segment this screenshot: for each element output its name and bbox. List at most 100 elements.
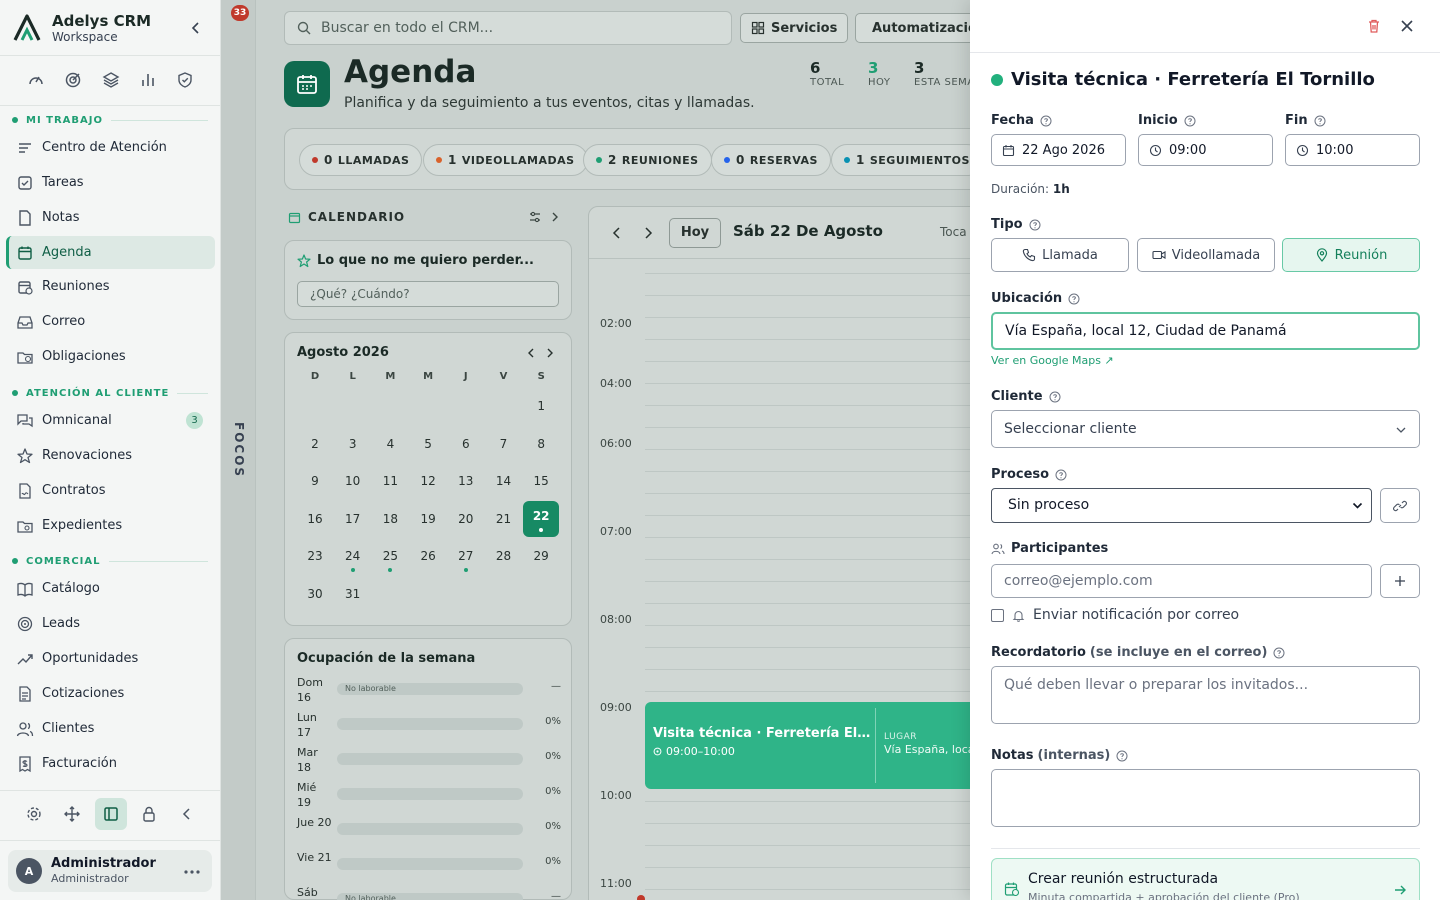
- lock-button[interactable]: [133, 798, 165, 830]
- calendar-day[interactable]: 7: [486, 426, 522, 462]
- today-button[interactable]: Hoy: [669, 218, 721, 248]
- chip-reuniones[interactable]: 2 REUNIONES: [583, 144, 712, 176]
- calendar-day[interactable]: 12: [410, 463, 446, 499]
- help-icon[interactable]: [1273, 647, 1285, 659]
- help-icon[interactable]: [1029, 219, 1041, 231]
- calendar-day[interactable]: 20: [448, 501, 484, 537]
- move-button[interactable]: [56, 798, 88, 830]
- panel-layout-button[interactable]: [94, 798, 127, 830]
- help-icon[interactable]: [1314, 115, 1326, 127]
- reports-button[interactable]: [130, 62, 166, 98]
- servicios-button[interactable]: Servicios: [740, 13, 849, 43]
- calendar-day[interactable]: 15: [523, 463, 559, 499]
- chip-seguimientos[interactable]: 1 SEGUIMIENTOS: [831, 144, 970, 176]
- help-icon[interactable]: [1040, 115, 1052, 127]
- calendar-day[interactable]: 13: [448, 463, 484, 499]
- sidebar-item-centro-atencion[interactable]: Centro de Atención: [6, 131, 215, 164]
- calendar-day[interactable]: 28: [486, 538, 522, 574]
- sidebar-item-contratos[interactable]: Contratos: [6, 474, 215, 507]
- calendar-day[interactable]: 3: [335, 426, 371, 462]
- calendar-day[interactable]: 14: [486, 463, 522, 499]
- brand[interactable]: Adelys CRM Workspace: [12, 8, 212, 48]
- cliente-select[interactable]: Seleccionar cliente: [991, 410, 1420, 448]
- sidebar-item-obligaciones[interactable]: Obligaciones: [6, 340, 215, 373]
- calendar-day[interactable]: 30: [297, 576, 333, 612]
- calendar-day[interactable]: 11: [372, 463, 408, 499]
- calendar-day[interactable]: 2: [297, 426, 333, 462]
- global-search-input[interactable]: Buscar en todo el CRM...: [284, 11, 732, 45]
- sidebar-item-reuniones[interactable]: Reuniones: [6, 270, 215, 303]
- notify-checkbox[interactable]: [991, 608, 1004, 622]
- user-menu[interactable]: A Administrador Administrador: [8, 850, 212, 892]
- collapse-sidebar-button[interactable]: [171, 798, 203, 830]
- calendar-day[interactable]: 26: [410, 538, 446, 574]
- chip-llamadas[interactable]: 0 LLAMADAS: [299, 144, 423, 176]
- layers-button[interactable]: [93, 62, 129, 98]
- sidebar-item-oportunidades[interactable]: Oportunidades: [6, 642, 215, 675]
- notas-textarea[interactable]: [991, 769, 1420, 827]
- chip-reservas[interactable]: 0 RESERVAS: [711, 144, 831, 176]
- calendar-day[interactable]: 6: [448, 426, 484, 462]
- prev-day-icon[interactable]: [609, 225, 625, 241]
- calendar-day[interactable]: 5: [410, 426, 446, 462]
- calendar-day[interactable]: 31: [335, 576, 371, 612]
- wish-input[interactable]: ¿Qué? ¿Cuándo?: [297, 281, 559, 307]
- calendar-day[interactable]: 4: [372, 426, 408, 462]
- automatizaciones-button[interactable]: Automatizaciones: [855, 13, 970, 43]
- calendar-day[interactable]: 21: [486, 501, 522, 537]
- inicio-input[interactable]: 09:00: [1138, 134, 1273, 166]
- calendar-day[interactable]: 18: [372, 501, 408, 537]
- trash-icon[interactable]: [1366, 18, 1382, 34]
- proceso-select[interactable]: Sin proceso: [991, 488, 1372, 523]
- sidebar-item-correo[interactable]: Correo: [6, 305, 215, 338]
- sidebar-item-renovaciones[interactable]: Renovaciones: [6, 439, 215, 472]
- calendar-day[interactable]: 23: [297, 538, 333, 574]
- chip-videollamadas[interactable]: 1 VIDEOLLAMADAS: [423, 144, 588, 176]
- calendar-day[interactable]: 17: [335, 501, 371, 537]
- type-llamada-button[interactable]: Llamada: [991, 238, 1129, 272]
- next-month-icon[interactable]: [544, 347, 556, 359]
- recordatorio-textarea[interactable]: Qué deben llevar o preparar los invitado…: [991, 666, 1420, 724]
- sidebar-item-facturacion[interactable]: Facturación: [6, 747, 215, 780]
- calendar-day[interactable]: 10: [335, 463, 371, 499]
- focos-strip[interactable]: 33 FOCOS: [221, 0, 256, 900]
- help-icon[interactable]: [1068, 293, 1080, 305]
- calendar-day[interactable]: 9: [297, 463, 333, 499]
- sidebar-item-agenda[interactable]: Agenda: [6, 236, 215, 269]
- participantes-input[interactable]: correo@ejemplo.com: [991, 564, 1372, 598]
- type-reunion-button[interactable]: Reunión: [1282, 238, 1420, 272]
- sidebar-item-tareas[interactable]: Tareas: [6, 166, 215, 199]
- calendar-day[interactable]: 29: [523, 538, 559, 574]
- filter-settings-icon[interactable]: [528, 210, 542, 224]
- dashboard-button[interactable]: [18, 62, 54, 98]
- security-button[interactable]: [167, 62, 203, 98]
- calendar-day[interactable]: 27: [448, 538, 484, 574]
- sidebar-item-notas[interactable]: Notas: [6, 201, 215, 234]
- help-icon[interactable]: [1184, 115, 1196, 127]
- ubicacion-input[interactable]: Vía España, local 12, Ciudad de Panamá: [991, 312, 1420, 350]
- fecha-input[interactable]: 22 Ago 2026: [991, 134, 1126, 166]
- type-videollamada-button[interactable]: Videollamada: [1137, 238, 1275, 272]
- sidebar-item-leads[interactable]: Leads: [6, 607, 215, 640]
- help-icon[interactable]: [1049, 391, 1061, 403]
- more-dots-icon[interactable]: [184, 870, 200, 874]
- sidebar-item-expedientes[interactable]: Expedientes: [6, 509, 215, 542]
- calendar-day[interactable]: 16: [297, 501, 333, 537]
- add-participant-button[interactable]: [1380, 564, 1420, 598]
- google-maps-link[interactable]: Ver en Google Maps ↗: [991, 354, 1114, 367]
- sidebar-item-cotizaciones[interactable]: Cotizaciones: [6, 677, 215, 710]
- event-block[interactable]: Visita técnica · Ferretería El Tornillo …: [645, 702, 970, 789]
- prev-month-icon[interactable]: [525, 347, 537, 359]
- calendar-day[interactable]: 8: [523, 426, 559, 462]
- calendar-day[interactable]: 24: [335, 538, 371, 574]
- close-icon[interactable]: [1399, 18, 1415, 34]
- settings-button[interactable]: [18, 798, 50, 830]
- collapse-chevron-icon[interactable]: [188, 20, 204, 36]
- link-process-button[interactable]: [1380, 488, 1420, 523]
- sidebar-item-catalogo[interactable]: Catálogo: [6, 572, 215, 605]
- sidebar-item-omnicanal[interactable]: Omnicanal 3: [6, 404, 215, 437]
- calendar-day[interactable]: 22: [523, 500, 560, 537]
- sidebar-item-clientes[interactable]: Clientes: [6, 712, 215, 745]
- help-icon[interactable]: [1116, 750, 1128, 762]
- calendar-day[interactable]: 1: [523, 388, 559, 424]
